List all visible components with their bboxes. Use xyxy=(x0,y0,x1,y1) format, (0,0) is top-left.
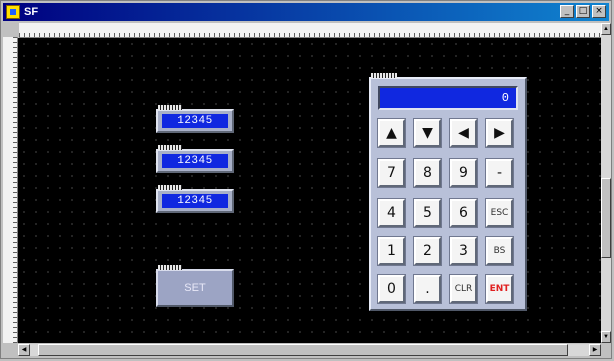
object-tag xyxy=(158,145,182,150)
minus-key[interactable]: - xyxy=(485,158,514,188)
key-4[interactable]: 4 xyxy=(377,198,406,228)
down-arrow-key[interactable]: ▼ xyxy=(413,118,442,148)
numeric-display-1[interactable]: 12345 xyxy=(156,105,234,133)
horizontal-scroll-thumb[interactable] xyxy=(38,344,568,356)
decimal-point-key[interactable]: . xyxy=(413,274,442,304)
object-tag xyxy=(158,265,182,270)
vertical-ruler xyxy=(3,37,18,343)
numeric-display-2[interactable]: 12345 xyxy=(156,145,234,173)
window-controls: _ □ × xyxy=(560,5,606,18)
app-window: SF _ □ × 12345 12345 12345 SET 0 ▲ ▼ ◀ ▶… xyxy=(0,0,612,359)
object-tag xyxy=(371,73,397,78)
maximize-button[interactable]: □ xyxy=(576,5,590,18)
key-1[interactable]: 1 xyxy=(377,236,406,266)
object-tag xyxy=(158,185,182,190)
numeric-display-value: 12345 xyxy=(162,114,228,128)
up-arrow-key[interactable]: ▲ xyxy=(377,118,406,148)
key-2[interactable]: 2 xyxy=(413,236,442,266)
set-button-label: SET xyxy=(184,282,206,294)
key-3[interactable]: 3 xyxy=(449,236,478,266)
keypad-panel[interactable]: 0 ▲ ▼ ◀ ▶ 7 8 9 - 4 5 6 ESC 1 2 3 BS 0 .… xyxy=(369,73,527,311)
key-6[interactable]: 6 xyxy=(449,198,478,228)
vertical-scroll-thumb[interactable] xyxy=(601,178,611,258)
enter-key[interactable]: ENT xyxy=(485,274,514,304)
scroll-right-icon[interactable]: ▶ xyxy=(589,344,601,356)
object-tag xyxy=(158,105,182,110)
numeric-display-value: 12345 xyxy=(162,154,228,168)
right-arrow-key[interactable]: ▶ xyxy=(485,118,514,148)
backspace-key[interactable]: BS xyxy=(485,236,514,266)
keypad-display: 0 xyxy=(378,86,518,110)
clear-key[interactable]: CLR xyxy=(449,274,478,304)
key-8[interactable]: 8 xyxy=(413,158,442,188)
scroll-up-icon[interactable]: ▲ xyxy=(601,23,611,35)
minimize-button[interactable]: _ xyxy=(560,5,574,18)
horizontal-ruler xyxy=(19,23,601,38)
key-0[interactable]: 0 xyxy=(377,274,406,304)
escape-key[interactable]: ESC xyxy=(485,198,514,228)
window-title: SF xyxy=(24,6,39,18)
left-arrow-key[interactable]: ◀ xyxy=(449,118,478,148)
key-7[interactable]: 7 xyxy=(377,158,406,188)
title-bar[interactable]: SF _ □ × xyxy=(3,3,609,21)
ruler-corner xyxy=(3,23,19,37)
horizontal-scrollbar[interactable]: ◀ ▶ xyxy=(18,344,601,356)
key-9[interactable]: 9 xyxy=(449,158,478,188)
close-button[interactable]: × xyxy=(592,5,606,18)
key-5[interactable]: 5 xyxy=(413,198,442,228)
app-icon[interactable] xyxy=(6,5,20,19)
vertical-scrollbar[interactable]: ▲ ▼ xyxy=(601,23,611,343)
scroll-left-icon[interactable]: ◀ xyxy=(18,344,30,356)
scroll-down-icon[interactable]: ▼ xyxy=(601,331,611,343)
numeric-display-3[interactable]: 12345 xyxy=(156,185,234,213)
numeric-display-value: 12345 xyxy=(162,194,228,208)
set-button[interactable]: SET xyxy=(156,265,234,307)
